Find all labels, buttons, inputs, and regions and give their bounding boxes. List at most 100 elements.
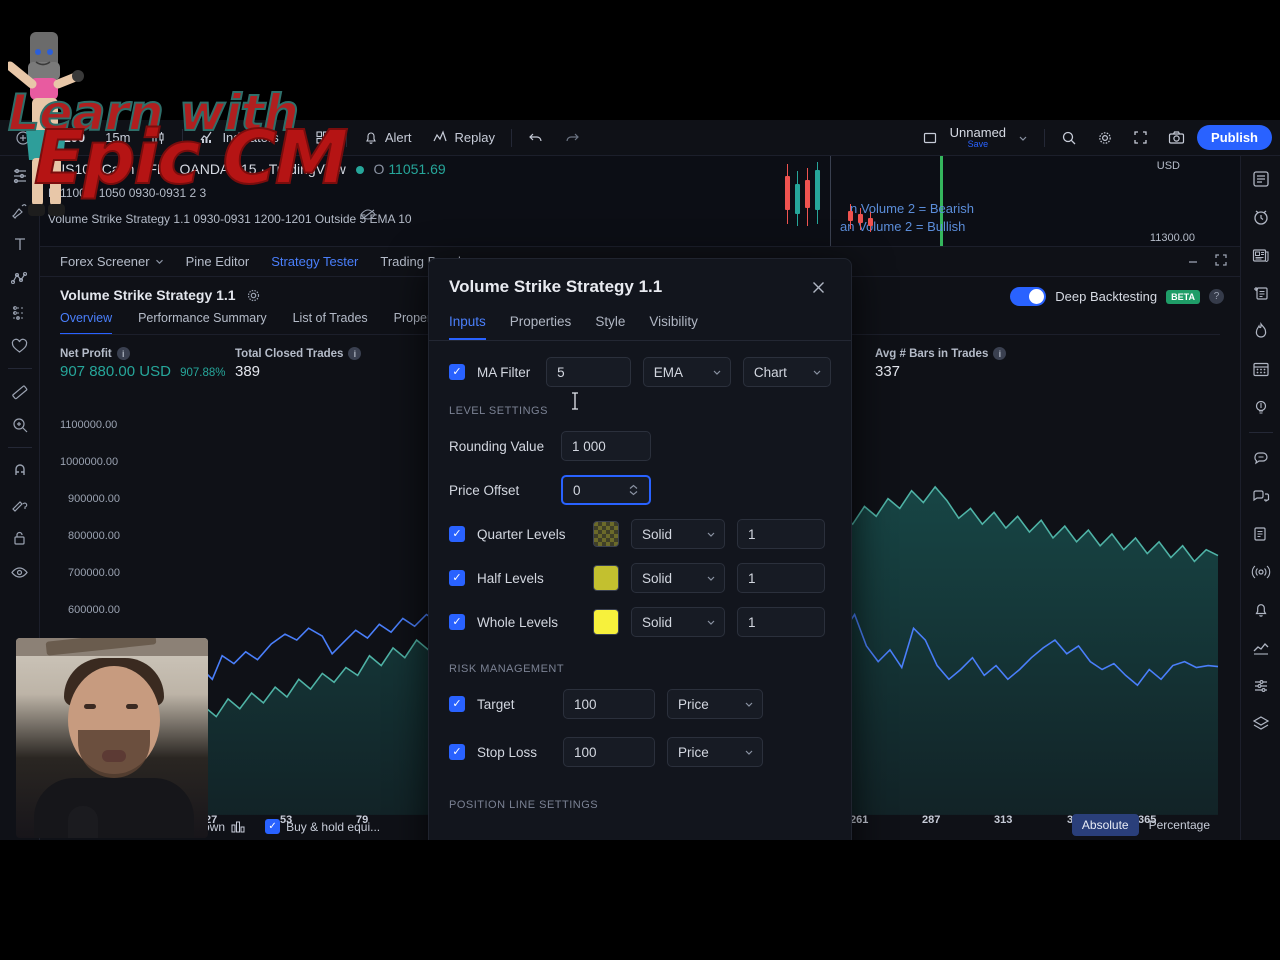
patterns-icon[interactable] — [4, 262, 36, 294]
whole-levels-width-input[interactable]: 1 — [737, 607, 825, 637]
hide-icon[interactable] — [4, 556, 36, 588]
deep-backtesting-label: Deep Backtesting — [1055, 289, 1158, 304]
ideas-icon[interactable] — [1244, 390, 1278, 424]
snapshot-button[interactable] — [1160, 124, 1193, 152]
notifications-icon[interactable] — [1244, 593, 1278, 627]
half-levels-style-select[interactable]: Solid — [631, 563, 725, 593]
forecast-icon[interactable] — [4, 296, 36, 328]
messages-icon[interactable] — [1244, 479, 1278, 513]
stepper-icon[interactable] — [628, 482, 639, 498]
info-icon[interactable]: i — [116, 347, 130, 360]
chevron-down-icon[interactable] — [285, 133, 295, 143]
whole-levels-style-select[interactable]: Solid — [631, 607, 725, 637]
indicators-button[interactable]: Indicators — [191, 124, 302, 152]
search-button[interactable] — [1053, 124, 1085, 152]
metric-label-text: Avg # Bars in Trades — [875, 347, 989, 360]
zoom-icon[interactable] — [4, 409, 36, 441]
maximize-icon[interactable] — [1214, 253, 1228, 272]
stream-icon[interactable] — [1244, 517, 1278, 551]
layout-name-button[interactable]: Unnamed Save — [950, 126, 1006, 149]
dialog-tab-inputs[interactable]: Inputs — [449, 314, 486, 340]
favorites-icon[interactable] — [4, 330, 36, 362]
settings-icon[interactable] — [1244, 669, 1278, 703]
tab-forex-screener[interactable]: Forex Screener — [60, 254, 164, 269]
chart-patterns-icon[interactable] — [1244, 631, 1278, 665]
chevron-down-icon[interactable] — [155, 257, 164, 266]
subtab-overview[interactable]: Overview — [60, 311, 113, 335]
subtab-list-of-trades[interactable]: List of Trades — [293, 311, 368, 335]
replay-button[interactable]: Replay — [424, 124, 503, 152]
info-icon[interactable]: i — [993, 347, 1007, 360]
text-icon[interactable] — [4, 228, 36, 260]
dialog-tab-style[interactable]: Style — [595, 314, 625, 340]
settings-button[interactable] — [1089, 124, 1121, 152]
broadcast-icon[interactable] — [1244, 555, 1278, 589]
ma-filter-source-select[interactable]: Chart — [742, 357, 831, 387]
y-tick: 1100000.00 — [60, 419, 118, 431]
rounding-value-input[interactable]: 1 000 — [561, 431, 651, 461]
ohlc-open-label: O — [373, 161, 385, 177]
layers-icon[interactable] — [1244, 707, 1278, 741]
ma-filter-length-input[interactable]: 5 — [546, 357, 631, 387]
color-swatch-half-levels[interactable] — [593, 565, 619, 591]
question-icon[interactable]: ? — [1209, 289, 1224, 304]
drawing-mode-icon[interactable] — [4, 488, 36, 520]
scale-absolute-button[interactable]: Absolute — [1071, 814, 1139, 836]
layout-select-button[interactable] — [914, 124, 946, 152]
color-swatch-quarter-levels[interactable] — [593, 521, 619, 547]
chat-icon[interactable] — [1244, 441, 1278, 475]
redo-button[interactable] — [556, 124, 588, 152]
checkbox-stop-loss[interactable] — [449, 744, 465, 760]
checkbox-quarter-levels[interactable] — [449, 526, 465, 542]
color-swatch-whole-levels[interactable] — [593, 609, 619, 635]
magnet-icon[interactable] — [4, 454, 36, 486]
templates-button[interactable] — [307, 124, 338, 152]
quarter-levels-width-input[interactable]: 1 — [737, 519, 825, 549]
checkbox-buy-hold[interactable] — [265, 819, 281, 834]
gear-icon[interactable] — [246, 288, 261, 303]
tab-pine-editor[interactable]: Pine Editor — [186, 254, 250, 269]
dialog-tab-properties[interactable]: Properties — [510, 314, 572, 340]
undo-button[interactable] — [520, 124, 552, 152]
ma-filter-type-select[interactable]: EMA — [642, 357, 731, 387]
price-offset-input[interactable]: 0 — [561, 475, 651, 505]
hotlist-icon[interactable] — [1244, 314, 1278, 348]
checkbox-half-levels[interactable] — [449, 570, 465, 586]
fullscreen-button[interactable] — [1125, 124, 1156, 152]
alert-icon[interactable] — [1244, 200, 1278, 234]
layout-dropdown-button[interactable] — [1010, 124, 1036, 152]
interval-button[interactable]: 15m — [97, 124, 138, 152]
watchlist-icon[interactable] — [1244, 162, 1278, 196]
chevron-down-icon — [744, 747, 754, 757]
quarter-levels-style-select[interactable]: Solid — [631, 519, 725, 549]
checkbox-whole-levels[interactable] — [449, 614, 465, 630]
tab-strategy-tester[interactable]: Strategy Tester — [271, 254, 358, 269]
chart-type-button[interactable] — [142, 124, 174, 152]
checkbox-ma-filter[interactable] — [449, 364, 465, 380]
publish-button[interactable]: Publish — [1197, 125, 1272, 150]
scale-percentage-button[interactable]: Percentage — [1139, 814, 1220, 836]
target-unit-select[interactable]: Price — [667, 689, 763, 719]
legend-buy-hold-equity[interactable]: Buy & hold equi... — [265, 819, 380, 834]
half-levels-width-input[interactable]: 1 — [737, 563, 825, 593]
notes-icon[interactable] — [1244, 276, 1278, 310]
subtab-performance-summary[interactable]: Performance Summary — [138, 311, 267, 335]
target-value-input[interactable]: 100 — [563, 689, 655, 719]
minimize-icon[interactable] — [1186, 253, 1200, 272]
metric-net-profit: Net Profit i 907 880.00 USD 907.88% — [60, 347, 235, 380]
news-icon[interactable] — [1244, 238, 1278, 272]
metric-total-closed-trades: Total Closed Trades i 389 — [235, 347, 445, 380]
stop-loss-unit-select[interactable]: Price — [667, 737, 763, 767]
lock-icon[interactable] — [4, 522, 36, 554]
calendar-icon[interactable] — [1244, 352, 1278, 386]
measure-icon[interactable] — [4, 375, 36, 407]
layout-save-label[interactable]: Save — [968, 139, 989, 149]
checkbox-target[interactable] — [449, 696, 465, 712]
chart-currency-label[interactable]: USD — [1157, 160, 1180, 172]
stop-loss-value-input[interactable]: 100 — [563, 737, 655, 767]
dialog-tab-visibility[interactable]: Visibility — [649, 314, 698, 340]
hide-indicator-icon[interactable] — [360, 208, 376, 226]
alert-button[interactable]: Alert — [355, 124, 420, 152]
close-icon[interactable] — [806, 277, 831, 302]
info-icon[interactable]: i — [348, 347, 362, 360]
